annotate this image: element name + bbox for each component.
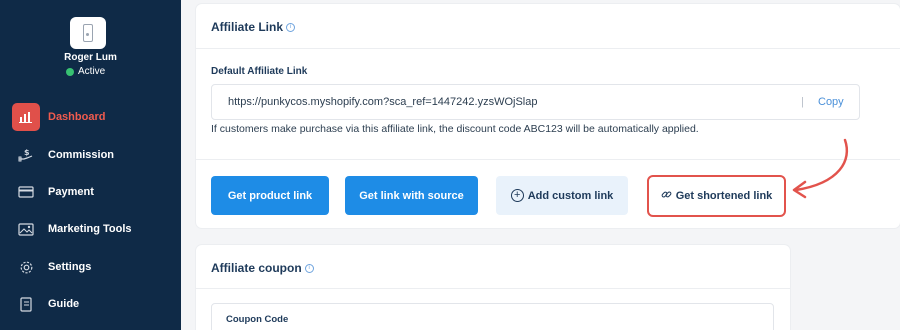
copy-button[interactable]: Copy	[818, 96, 844, 108]
get-product-link-label: Get product link	[227, 189, 313, 202]
sidebar-item-label: Guide	[48, 298, 80, 310]
dollar-hand-icon: $	[12, 141, 40, 169]
affiliate-coupon-title-text: Affiliate coupon	[211, 261, 302, 275]
image-icon	[12, 215, 40, 243]
affiliate-coupon-title: Affiliate coupon i	[211, 261, 314, 275]
get-link-with-source-label: Get link with source	[359, 189, 464, 202]
link-chain-icon	[661, 189, 672, 203]
user-status-label: Active	[78, 66, 106, 77]
user-status: Active	[66, 66, 105, 77]
divider	[196, 48, 900, 49]
default-affiliate-link-label: Default Affiliate Link	[211, 66, 308, 77]
sidebar-item-dashboard[interactable]: Dashboard	[12, 103, 177, 131]
add-custom-link-label: Add custom link	[527, 189, 614, 202]
sidebar-item-label: Dashboard	[48, 111, 106, 123]
credit-card-icon	[12, 178, 40, 206]
avatar[interactable]	[70, 17, 106, 49]
book-icon	[12, 290, 40, 318]
sidebar-item-payment[interactable]: Payment	[12, 178, 177, 206]
svg-text:$: $	[24, 148, 30, 157]
sidebar-item-marketing-tools[interactable]: Marketing Tools	[12, 215, 177, 243]
sidebar-item-commission[interactable]: $ Commission	[12, 141, 177, 169]
coupon-code-label: Coupon Code	[226, 314, 289, 325]
affiliate-link-value[interactable]: https://punkycos.myshopify.com?sca_ref=1…	[228, 96, 537, 108]
gear-icon	[12, 253, 40, 281]
affiliate-link-field[interactable]: https://punkycos.myshopify.com?sca_ref=1…	[211, 84, 860, 120]
sidebar-item-label: Payment	[48, 186, 94, 198]
annotation-arrow	[792, 138, 849, 199]
affiliate-link-help-text: If customers make purchase via this affi…	[211, 123, 699, 135]
coupon-box	[211, 303, 774, 330]
sidebar-item-label: Settings	[48, 261, 92, 273]
sidebar-item-label: Commission	[48, 149, 115, 161]
user-name: Roger Lum	[64, 52, 117, 63]
get-product-link-button[interactable]: Get product link	[211, 176, 329, 215]
avatar-icon	[83, 24, 93, 42]
bar-chart-icon	[12, 103, 40, 131]
affiliate-link-title: Affiliate Link i	[211, 20, 296, 34]
add-custom-link-button[interactable]: + Add custom link	[496, 176, 628, 215]
divider	[196, 288, 790, 289]
affiliate-link-title-text: Affiliate Link	[211, 20, 284, 34]
sidebar-item-settings[interactable]: Settings	[12, 253, 177, 281]
sidebar-item-guide[interactable]: Guide	[12, 290, 177, 318]
sidebar: Roger Lum Active Dashboard $ Commission …	[0, 0, 181, 330]
copy-separator: |	[801, 96, 804, 108]
status-dot-icon	[66, 67, 74, 76]
sidebar-item-label: Marketing Tools	[48, 223, 132, 235]
get-shortened-link-label: Get shortened link	[675, 190, 773, 202]
plus-circle-icon: +	[510, 189, 524, 202]
info-icon[interactable]: i	[304, 264, 314, 274]
get-link-with-source-button[interactable]: Get link with source	[345, 176, 478, 215]
info-icon[interactable]: i	[286, 23, 296, 33]
